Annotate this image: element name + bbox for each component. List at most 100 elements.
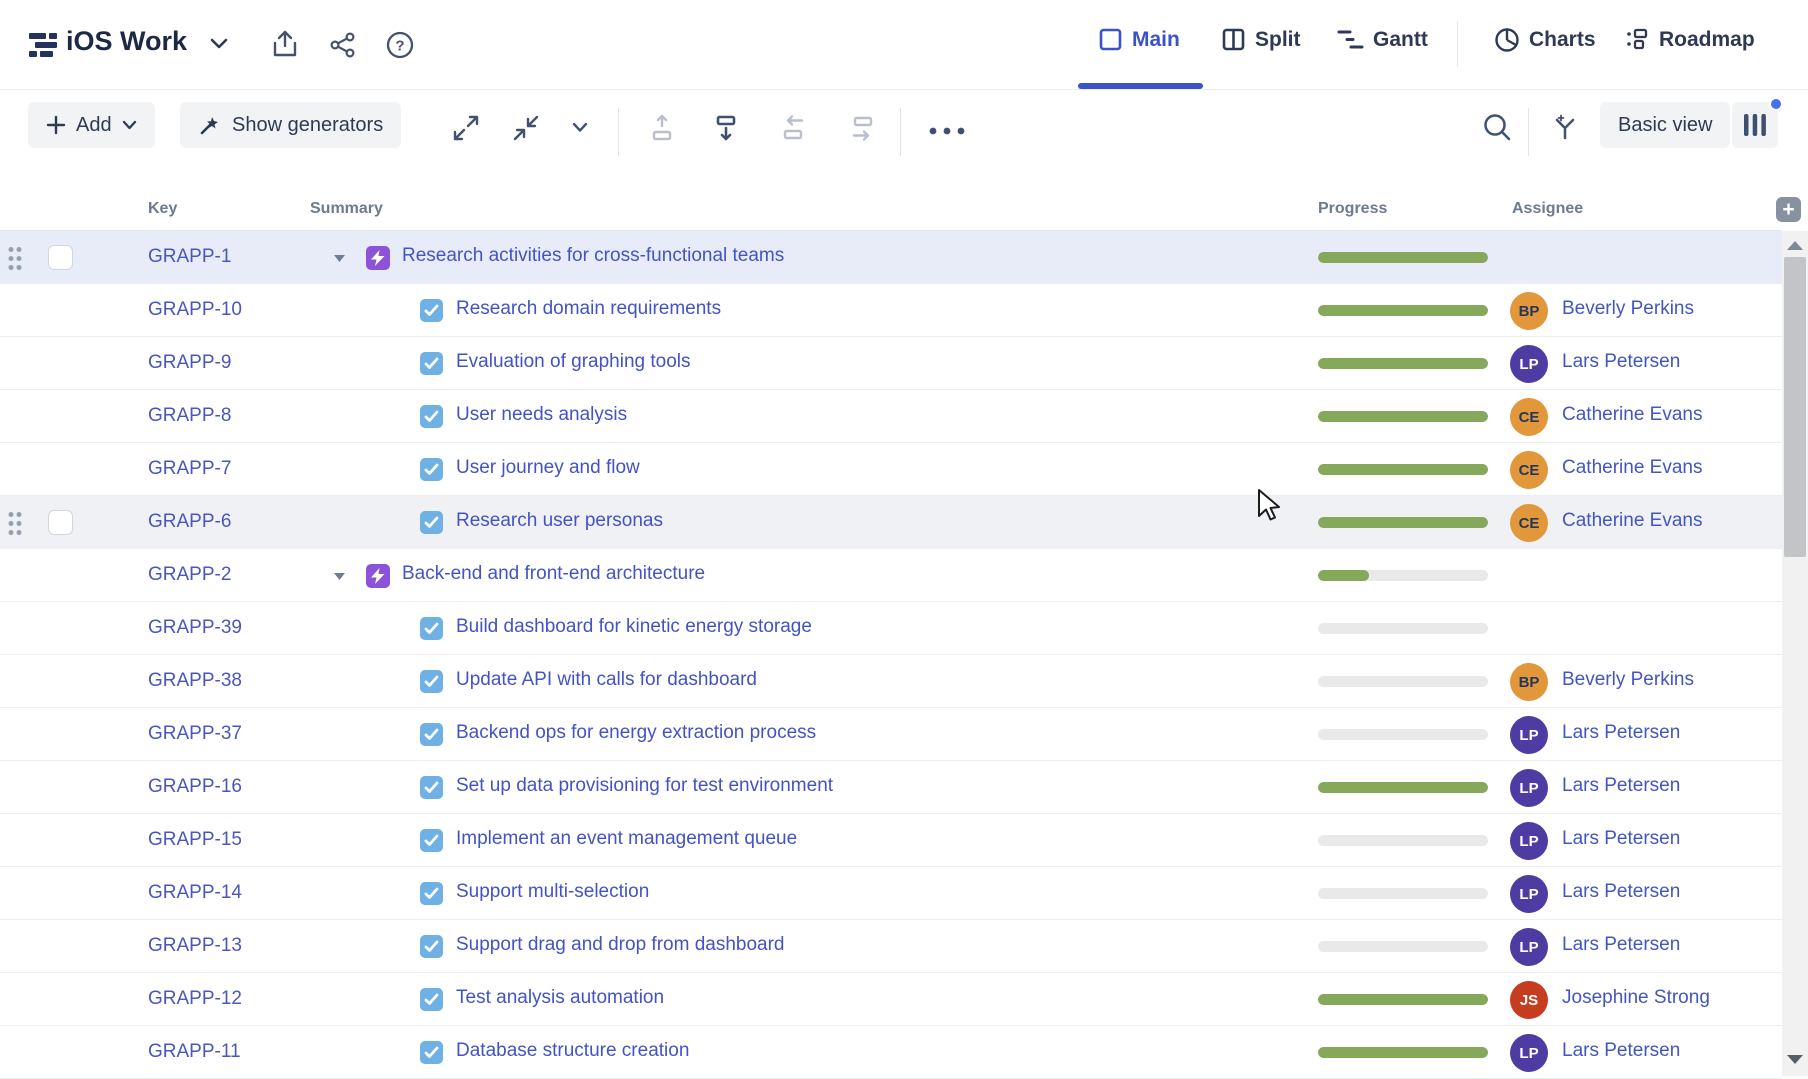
chevron-down-icon[interactable] [572,122,588,133]
issue-summary[interactable]: Update API with calls for dashboard [456,669,757,691]
table-row[interactable]: GRAPP-2 Back-end and front-end architect… [0,549,1782,602]
share-icon[interactable] [330,32,356,58]
assignee-name[interactable]: Catherine Evans [1562,457,1702,479]
tab-main[interactable]: Main [1098,27,1180,52]
issue-key[interactable]: GRAPP-38 [148,670,242,692]
assignee-name[interactable]: Lars Petersen [1562,775,1680,797]
export-icon[interactable] [272,30,298,58]
avatar[interactable]: LP [1510,928,1548,966]
table-row[interactable]: GRAPP-12 Test analysis automation JS Jos… [0,973,1782,1026]
table-row[interactable]: GRAPP-1 Research activities for cross-fu… [0,231,1782,284]
issue-key[interactable]: GRAPP-7 [148,458,231,480]
assignee-name[interactable]: Catherine Evans [1562,510,1702,532]
issue-key[interactable]: GRAPP-37 [148,723,242,745]
issue-summary[interactable]: User journey and flow [456,457,640,479]
search-icon[interactable] [1482,112,1512,142]
show-generators-button[interactable]: Show generators [180,102,401,148]
outdent-icon[interactable] [780,114,808,142]
table-row[interactable]: GRAPP-38 Update API with calls for dashb… [0,655,1782,708]
avatar[interactable]: CE [1510,504,1548,542]
scrollbar-thumb[interactable] [1784,257,1806,557]
column-header-assignee[interactable]: Assignee [1512,200,1583,218]
indent-icon[interactable] [848,114,876,142]
transformations-icon[interactable] [1550,112,1580,142]
issue-summary[interactable]: Set up data provisioning for test enviro… [456,775,833,797]
assignee-name[interactable]: Beverly Perkins [1562,298,1694,320]
issue-summary[interactable]: Research domain requirements [456,298,721,320]
tab-roadmap[interactable]: Roadmap [1625,27,1755,52]
avatar[interactable]: BP [1510,292,1548,330]
issue-key[interactable]: GRAPP-12 [148,988,242,1010]
avatar[interactable]: BP [1510,663,1548,701]
issue-key[interactable]: GRAPP-11 [148,1041,241,1063]
tab-charts[interactable]: Charts [1494,27,1596,53]
column-header-key[interactable]: Key [148,200,177,218]
table-row[interactable]: GRAPP-16 Set up data provisioning for te… [0,761,1782,814]
table-row[interactable]: GRAPP-10 Research domain requirements BP… [0,284,1782,337]
chevron-down-icon[interactable] [332,571,347,582]
add-column-button[interactable]: + [1776,197,1801,222]
assignee-name[interactable]: Lars Petersen [1562,1040,1680,1062]
issue-summary[interactable]: Support drag and drop from dashboard [456,934,785,956]
issue-summary[interactable]: User needs analysis [456,404,627,426]
assignee-name[interactable]: Josephine Strong [1562,987,1710,1009]
tab-split[interactable]: Split [1221,27,1301,52]
issue-key[interactable]: GRAPP-2 [148,564,231,586]
more-options-icon[interactable] [928,126,966,136]
issue-summary[interactable]: Evaluation of graphing tools [456,351,691,373]
table-row[interactable]: GRAPP-15 Implement an event management q… [0,814,1782,867]
table-row[interactable]: GRAPP-11 Database structure creation LP … [0,1026,1782,1079]
table-row[interactable]: GRAPP-37 Backend ops for energy extracti… [0,708,1782,761]
chevron-down-icon[interactable] [332,253,347,264]
issue-key[interactable]: GRAPP-9 [148,352,231,374]
assignee-name[interactable]: Catherine Evans [1562,404,1702,426]
issue-summary[interactable]: Database structure creation [456,1040,689,1062]
move-up-icon[interactable] [648,114,676,142]
table-row[interactable]: GRAPP-13 Support drag and drop from dash… [0,920,1782,973]
avatar[interactable]: LP [1510,1034,1548,1072]
add-button[interactable]: Add [28,102,155,148]
issue-key[interactable]: GRAPP-16 [148,776,242,798]
vertical-scrollbar[interactable] [1782,231,1808,1076]
avatar[interactable]: CE [1510,398,1548,436]
issue-key[interactable]: GRAPP-15 [148,829,242,851]
table-row[interactable]: GRAPP-8 User needs analysis CE Catherine… [0,390,1782,443]
issue-key[interactable]: GRAPP-13 [148,935,242,957]
assignee-name[interactable]: Lars Petersen [1562,934,1680,956]
issue-key[interactable]: GRAPP-6 [148,511,231,533]
assignee-name[interactable]: Lars Petersen [1562,722,1680,744]
avatar[interactable]: LP [1510,769,1548,807]
assignee-name[interactable]: Beverly Perkins [1562,669,1694,691]
assignee-name[interactable]: Lars Petersen [1562,881,1680,903]
avatar[interactable]: LP [1510,345,1548,383]
issue-summary[interactable]: Back-end and front-end architecture [402,563,705,585]
issue-summary[interactable]: Implement an event management queue [456,828,797,850]
issue-key[interactable]: GRAPP-39 [148,617,242,639]
table-row[interactable]: GRAPP-7 User journey and flow CE Catheri… [0,443,1782,496]
collapse-all-icon[interactable] [512,114,540,142]
scroll-up-arrow-icon[interactable] [1787,241,1803,250]
table-row[interactable]: GRAPP-6 Research user personas CE Cather… [0,496,1782,549]
column-header-summary[interactable]: Summary [310,200,383,218]
table-row[interactable]: GRAPP-9 Evaluation of graphing tools LP … [0,337,1782,390]
avatar[interactable]: LP [1510,716,1548,754]
help-icon[interactable]: ? [386,31,414,59]
avatar[interactable]: LP [1510,875,1548,913]
structure-title[interactable]: iOS Work [66,26,187,57]
issue-summary[interactable]: Research activities for cross-functional… [402,245,784,267]
columns-button[interactable] [1732,102,1778,148]
scroll-down-arrow-icon[interactable] [1787,1055,1803,1064]
avatar[interactable]: JS [1510,981,1548,1019]
issue-summary[interactable]: Build dashboard for kinetic energy stora… [456,616,812,638]
issue-key[interactable]: GRAPP-8 [148,405,231,427]
issue-summary[interactable]: Backend ops for energy extraction proces… [456,722,816,744]
issue-summary[interactable]: Test analysis automation [456,987,664,1009]
issue-summary[interactable]: Research user personas [456,510,663,532]
table-row[interactable]: GRAPP-14 Support multi-selection LP Lars… [0,867,1782,920]
assignee-name[interactable]: Lars Petersen [1562,828,1680,850]
view-selector-button[interactable]: Basic view [1600,102,1730,148]
issue-summary[interactable]: Support multi-selection [456,881,649,903]
issue-key[interactable]: GRAPP-1 [148,246,231,268]
issue-key[interactable]: GRAPP-10 [148,299,242,321]
table-row[interactable]: GRAPP-39 Build dashboard for kinetic ene… [0,602,1782,655]
